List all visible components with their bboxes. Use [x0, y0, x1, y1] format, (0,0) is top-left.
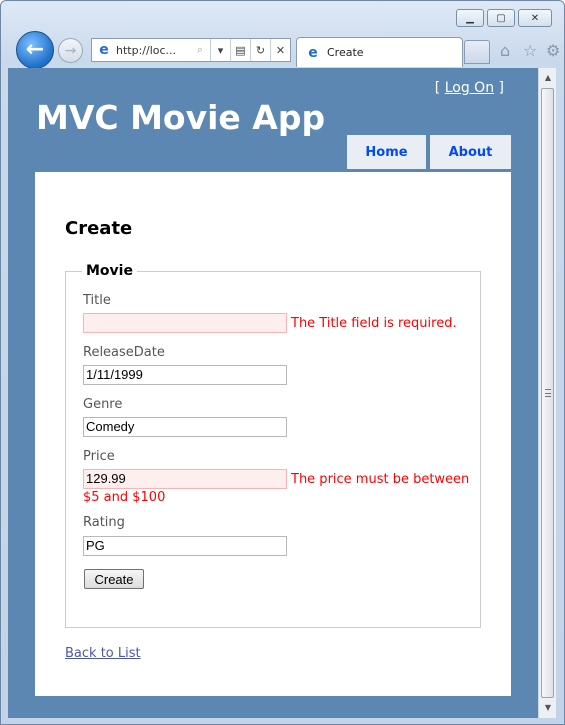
minimize-icon[interactable]: ▁ [456, 9, 484, 27]
address-bar[interactable]: e http://loc... ⌕ ▾ ▤ ↻ ✕ [91, 38, 291, 62]
favorites-star-icon[interactable]: ☆ [523, 41, 537, 60]
main-content: Create Movie Title The Title field is re… [35, 172, 511, 696]
release-date-label: ReleaseDate [83, 345, 165, 360]
rating-input[interactable]: PG [83, 536, 287, 556]
tab-title: Create [327, 46, 364, 59]
stop-icon[interactable]: ✕ [270, 39, 290, 61]
menu-item-about[interactable]: About [430, 135, 511, 169]
title-label: Title [83, 293, 111, 308]
release-date-input[interactable]: 1/11/1999 [83, 365, 287, 385]
genre-label: Genre [83, 397, 123, 412]
menu-item-home[interactable]: Home [347, 135, 426, 169]
dropdown-icon[interactable]: ▾ [210, 39, 230, 61]
window-controls: ▁ ▢ ✕ [456, 9, 552, 27]
back-arrow-icon[interactable]: ← [16, 31, 54, 69]
fieldset-legend: Movie [82, 263, 137, 279]
new-tab-button[interactable] [464, 40, 490, 64]
tools-gear-icon[interactable]: ⚙ [546, 41, 560, 60]
close-icon[interactable]: ✕ [518, 9, 552, 27]
scroll-up-arrow-icon[interactable]: ▲ [540, 70, 556, 86]
address-url[interactable]: http://loc... [116, 44, 190, 57]
browser-tab[interactable]: e Create [296, 37, 463, 67]
ie-page-icon: e [99, 42, 109, 58]
site-title: MVC Movie App [36, 98, 326, 137]
title-error-message: The Title field is required. [291, 316, 457, 331]
scrollbar-thumb[interactable] [541, 88, 554, 698]
logon-display: [ Log On ] [435, 80, 504, 96]
rating-label: Rating [83, 515, 125, 530]
home-icon[interactable]: ⌂ [500, 41, 510, 60]
ie-tab-icon: e [308, 44, 318, 61]
price-error-message: The price must be between $5 and $100 [83, 472, 470, 505]
search-icon[interactable]: ⌕ [190, 39, 210, 61]
genre-input[interactable]: Comedy [83, 417, 287, 437]
grip-icon [545, 389, 551, 397]
refresh-icon[interactable]: ↻ [250, 39, 270, 61]
vertical-scrollbar[interactable]: ▲ ▼ [538, 68, 556, 718]
title-input[interactable] [83, 313, 287, 333]
main-menu: Home About [347, 135, 511, 169]
maximize-icon[interactable]: ▢ [487, 9, 515, 27]
browser-window: ▁ ▢ ✕ ← → e http://loc... ⌕ ▾ ▤ ↻ ✕ e Cr… [0, 0, 565, 725]
price-label: Price [83, 449, 115, 464]
page-title: Create [65, 218, 133, 239]
logon-bracket-close: ] [494, 80, 504, 96]
log-on-link[interactable]: Log On [445, 80, 494, 96]
movie-fieldset: Movie Title The Title field is required.… [65, 263, 481, 628]
page-viewport: [ Log On ] MVC Movie App Home About Crea… [8, 68, 538, 718]
create-button[interactable]: Create [84, 569, 144, 589]
compatibility-view-icon[interactable]: ▤ [230, 39, 250, 61]
logon-bracket-open: [ [434, 80, 445, 96]
back-to-list-link[interactable]: Back to List [65, 646, 141, 661]
scroll-down-arrow-icon[interactable]: ▼ [540, 700, 556, 716]
forward-arrow-icon[interactable]: → [58, 38, 83, 63]
